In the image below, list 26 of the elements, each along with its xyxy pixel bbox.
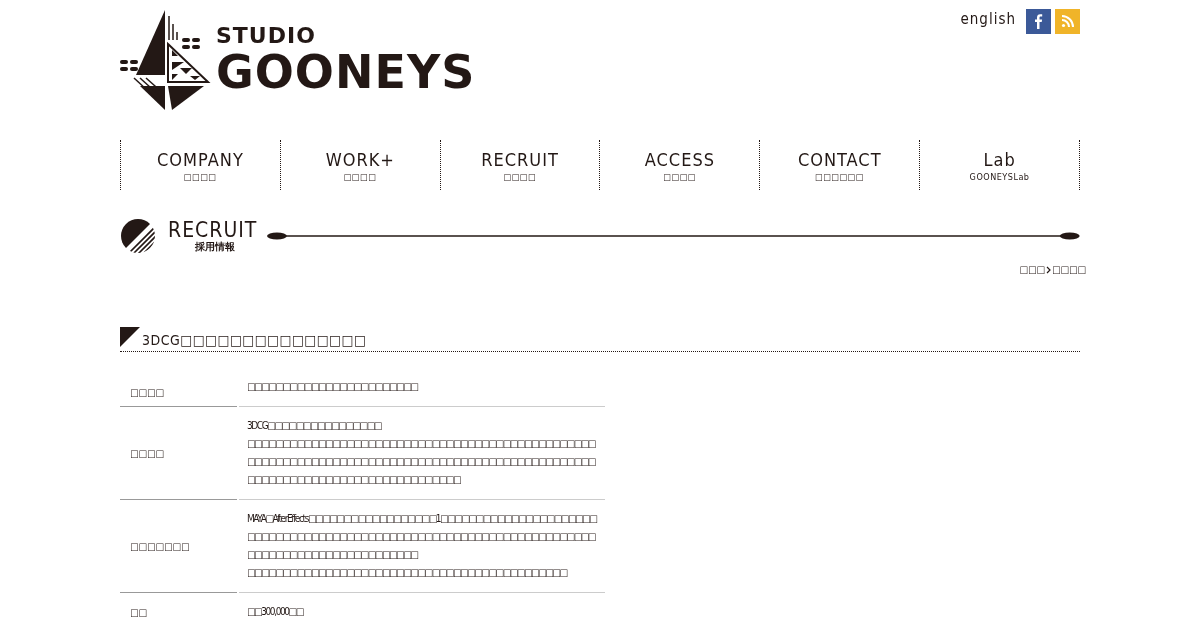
- english-link[interactable]: english: [960, 9, 1016, 28]
- table-label: □□□□□□□: [120, 500, 237, 593]
- facebook-icon[interactable]: [1026, 9, 1051, 34]
- nav-item[interactable]: Lab GOONEYSLab: [919, 140, 1080, 190]
- corner-triangle-icon: [120, 327, 140, 347]
- table-value: □□300,000□□: [239, 593, 605, 630]
- table-label: □□□□: [120, 374, 237, 407]
- logo-small-text: STUDIO: [216, 25, 317, 47]
- table-label: □□: [120, 593, 237, 630]
- page-subtitle: 採用情報: [195, 242, 236, 252]
- breadcrumb-link[interactable]: □□□: [1019, 264, 1045, 275]
- nav-item[interactable]: ACCESS □□□□: [599, 140, 760, 190]
- logo-text: GOONEYS: [216, 49, 476, 95]
- table-value: MAYA□AfterEffects□□□□□□□□□□□□□□□□□□1□□□□□□□□□□□□□□□□□□□□□□□□□□□□□□□□□□□□□□□□□□□□□□□□□□□□□□□□□□□□□□□□□□□□□□□□□□□□□□□□□□□□□□□□□□□□□□□ □□□□□□□□□□□□□□□□□□□□□□□□□□□□□□□□□□□□□□□□□□□□□: [239, 500, 605, 593]
- logo-mark-icon: [120, 10, 212, 110]
- nav-item[interactable]: CONTACT □□□□□□: [759, 140, 920, 190]
- chevron-icon: [1046, 265, 1051, 274]
- table-value: 3DCG□□□□□□□□□□□□□□□□ □□□□□□□□□□□□□□□□□□□□□□□□□□□□□□□□□□□□□□□□□□□□□□□□□□□□□□□□□□□□□□□□□□□□□□□□□□□□□□□□□□□□□□□□□□□□□□□□□□□□□□□□□□□□□□□□□□□□□□□□□□□□□□□□: [239, 407, 605, 500]
- nav-item[interactable]: RECRUIT □□□□: [439, 140, 600, 190]
- table-label: □□□□: [120, 407, 237, 500]
- nav-item[interactable]: COMPANY □□□□: [120, 140, 280, 190]
- table-value: □□□□□□□□□□□□□□□□□□□□□□□□: [239, 374, 605, 407]
- nav-item[interactable]: WORK+ □□□□: [279, 140, 440, 190]
- section-heading: 3DCG□□□□□□□□□□□□□□□: [142, 333, 367, 347]
- page-title: RECRUIT: [168, 220, 258, 241]
- breadcrumb-current: □□□□: [1052, 264, 1086, 275]
